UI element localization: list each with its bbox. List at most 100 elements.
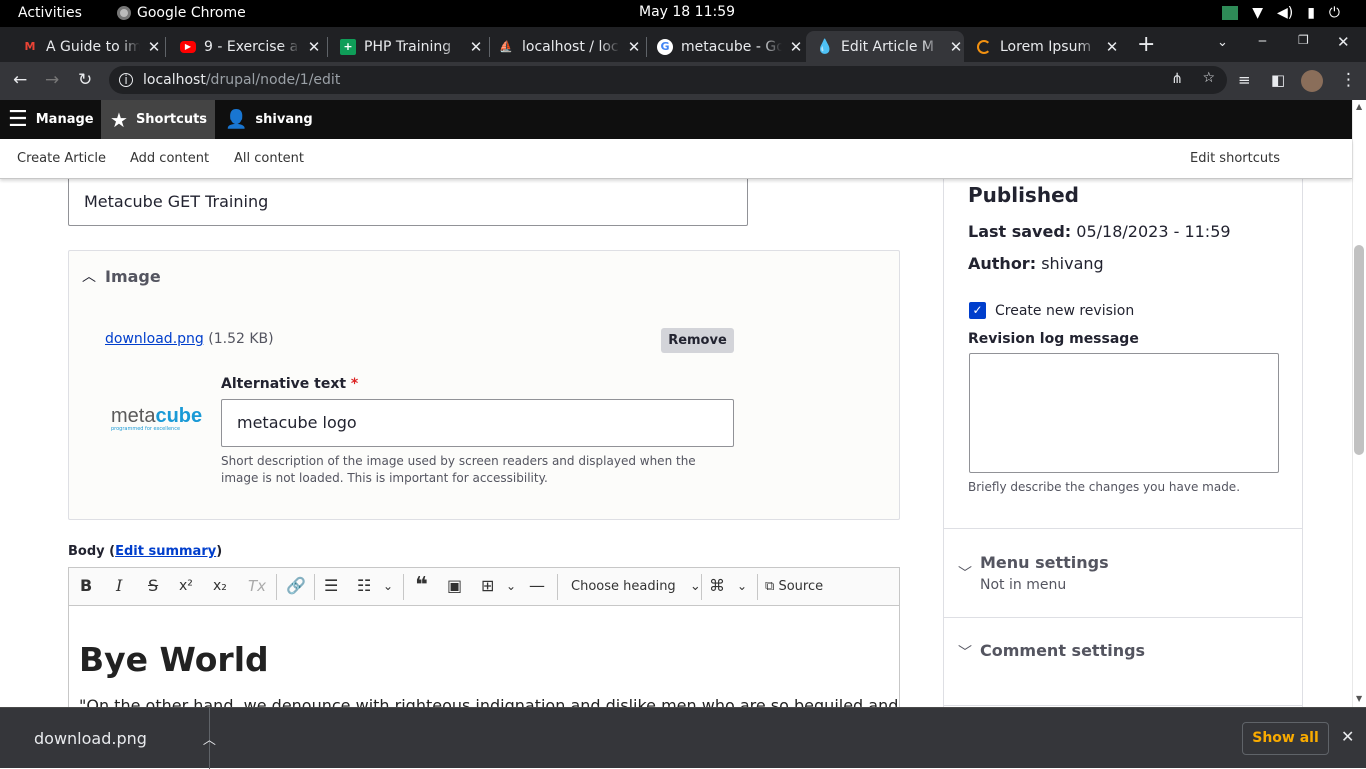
drupal-icon: 💧: [816, 38, 834, 55]
image-thumbnail: metacube programmed for excellence: [111, 406, 202, 433]
file-link[interactable]: download.png: [105, 331, 204, 347]
close-icon[interactable]: ✕: [1104, 38, 1120, 56]
bold-button[interactable]: B: [80, 577, 92, 595]
clock[interactable]: May 18 11:59: [639, 4, 735, 20]
italic-button[interactable]: I: [116, 577, 122, 595]
create-revision-checkbox[interactable]: ✓: [969, 302, 986, 319]
restore-button[interactable]: ❐: [1298, 33, 1309, 47]
strikethrough-button[interactable]: S: [148, 577, 158, 595]
new-tab-button[interactable]: +: [1137, 32, 1155, 57]
source-button[interactable]: ⧉ Source: [765, 578, 823, 596]
chevron-down-icon[interactable]: ⌄: [506, 577, 516, 595]
user-name: shivang: [255, 112, 313, 127]
site-info-icon[interactable]: i: [119, 73, 133, 87]
file-size: (1.52 KB): [208, 331, 274, 347]
toolbar-manage[interactable]: ☰ Manage: [8, 100, 94, 139]
shortcuts-label: Shortcuts: [135, 112, 208, 127]
create-revision-label[interactable]: Create new revision: [995, 303, 1134, 319]
tab-search-icon[interactable]: ⌄: [1217, 35, 1228, 50]
title-field[interactable]: Metacube GET Training: [68, 179, 748, 226]
back-button[interactable]: ←: [13, 71, 27, 89]
body-paragraph[interactable]: "On the other hand, we denounce with rig…: [79, 696, 898, 707]
chevron-up-icon[interactable]: ︿: [203, 729, 216, 748]
reading-list-icon[interactable]: ≡: [1238, 71, 1251, 89]
body-heading[interactable]: Bye World: [79, 640, 269, 679]
profile-avatar[interactable]: [1301, 70, 1323, 92]
tab[interactable]: + PHP Training ✕: [332, 31, 484, 62]
close-icon[interactable]: ✕: [788, 38, 804, 56]
comment-settings-section[interactable]: ﹀ Comment settings: [944, 617, 1302, 707]
tab[interactable]: Lorem Ipsum ✕: [968, 31, 1120, 62]
tab-title: A Guide to imp: [46, 38, 140, 55]
heading-dropdown[interactable]: Choose heading ⌄: [571, 578, 701, 596]
subscript-button[interactable]: x₂: [213, 577, 227, 595]
edit-summary-link[interactable]: Edit summary: [115, 544, 216, 559]
close-icon[interactable]: ✕: [306, 38, 322, 56]
remove-button[interactable]: Remove: [661, 328, 734, 353]
alt-text-label: Alternative text *: [221, 376, 359, 392]
close-icon[interactable]: ✕: [146, 38, 162, 56]
menu-settings-title: Menu settings: [980, 553, 1109, 572]
shortcuts-tray: Create Article Add content All content E…: [0, 139, 1352, 179]
app-menu[interactable]: Google Chrome: [117, 5, 246, 21]
code-block-icon[interactable]: ⌘: [709, 577, 725, 595]
volume-icon: ◀): [1276, 5, 1294, 21]
chevron-down-icon[interactable]: ⌄: [383, 577, 393, 595]
revision-log-textarea[interactable]: [969, 353, 1279, 473]
forward-button[interactable]: →: [45, 71, 59, 89]
remove-format-button[interactable]: Tx: [248, 577, 266, 595]
tab[interactable]: ⛵ localhost / loc ✕: [492, 31, 642, 62]
alt-text-input[interactable]: metacube logo: [221, 399, 734, 447]
close-icon[interactable]: ✕: [626, 38, 642, 56]
side-panel-icon[interactable]: ◧: [1271, 71, 1285, 89]
close-icon[interactable]: ✕: [468, 38, 484, 56]
show-all-button[interactable]: Show all: [1242, 722, 1329, 755]
scroll-up-icon[interactable]: ▲: [1356, 102, 1362, 111]
scroll-down-icon[interactable]: ▼: [1356, 694, 1362, 703]
power-icon: ⏻: [1328, 5, 1340, 21]
tab-title: Edit Article M: [841, 38, 935, 55]
tab-title: localhost / loc: [522, 38, 619, 55]
reload-button[interactable]: ↻: [78, 71, 92, 89]
omnibox[interactable]: i localhost/drupal/node/1/edit ⋔ ☆: [109, 66, 1227, 94]
tab-active[interactable]: 💧 Edit Article M ✕: [806, 31, 964, 62]
tab[interactable]: M A Guide to imp ✕: [14, 31, 162, 62]
tab[interactable]: ▶ 9 - Exercise an ✕: [172, 31, 322, 62]
toolbar-shortcuts[interactable]: ★ Shortcuts: [101, 100, 215, 139]
chevron-down-icon[interactable]: ⌄: [737, 577, 747, 595]
bookmark-star-icon[interactable]: ☆: [1202, 70, 1215, 86]
alt-text-description: Short description of the image used by s…: [221, 454, 696, 485]
menu-settings-section[interactable]: ﹀ Menu settings Not in menu: [944, 528, 1302, 618]
google-icon: G: [657, 38, 673, 55]
browser-toolbar: ← → ↻ i localhost/drupal/node/1/edit ⋔ ☆…: [0, 62, 1366, 100]
loading-icon: [976, 39, 992, 55]
close-shelf-icon[interactable]: ✕: [1341, 727, 1354, 746]
edit-shortcuts-link[interactable]: Edit shortcuts: [1190, 151, 1280, 166]
activities-button[interactable]: Activities: [18, 5, 82, 21]
numbered-list-icon[interactable]: ☷: [357, 577, 371, 595]
tab[interactable]: G metacube - Go ✕: [650, 31, 804, 62]
system-tray[interactable]: ▼ ◀) ▮ ⏻: [1222, 5, 1340, 21]
body-label-row: Body (Edit summary): [68, 544, 223, 559]
minimize-button[interactable]: ‒: [1258, 33, 1267, 49]
image-upload-icon[interactable]: ▣: [447, 577, 462, 595]
image-fieldset-toggle[interactable]: ︿ Image: [82, 266, 161, 286]
superscript-button[interactable]: x²: [179, 577, 193, 595]
scrollbar-thumb[interactable]: [1354, 245, 1364, 455]
table-icon[interactable]: ⊞: [481, 577, 494, 595]
window-close-button[interactable]: ✕: [1337, 33, 1350, 51]
blockquote-icon[interactable]: ❝: [415, 575, 428, 597]
download-item[interactable]: download.png ︿: [0, 708, 216, 769]
google-sheets-icon: +: [340, 38, 356, 55]
shortcut-create-article[interactable]: Create Article: [17, 151, 106, 166]
share-icon[interactable]: ⋔: [1171, 71, 1183, 87]
chrome-menu-icon[interactable]: ⋮: [1340, 71, 1357, 89]
toolbar-user[interactable]: 👤 shivang: [225, 100, 313, 139]
shortcut-add-content[interactable]: Add content: [130, 151, 209, 166]
bulleted-list-icon[interactable]: ☰: [324, 577, 338, 595]
image-field-fieldset: ︿ Image download.png (1.52 KB) Remove me…: [68, 250, 900, 520]
link-icon[interactable]: 🔗: [286, 577, 306, 595]
close-icon[interactable]: ✕: [948, 38, 964, 56]
horizontal-line-icon[interactable]: —: [529, 577, 545, 595]
shortcut-all-content[interactable]: All content: [234, 151, 304, 166]
